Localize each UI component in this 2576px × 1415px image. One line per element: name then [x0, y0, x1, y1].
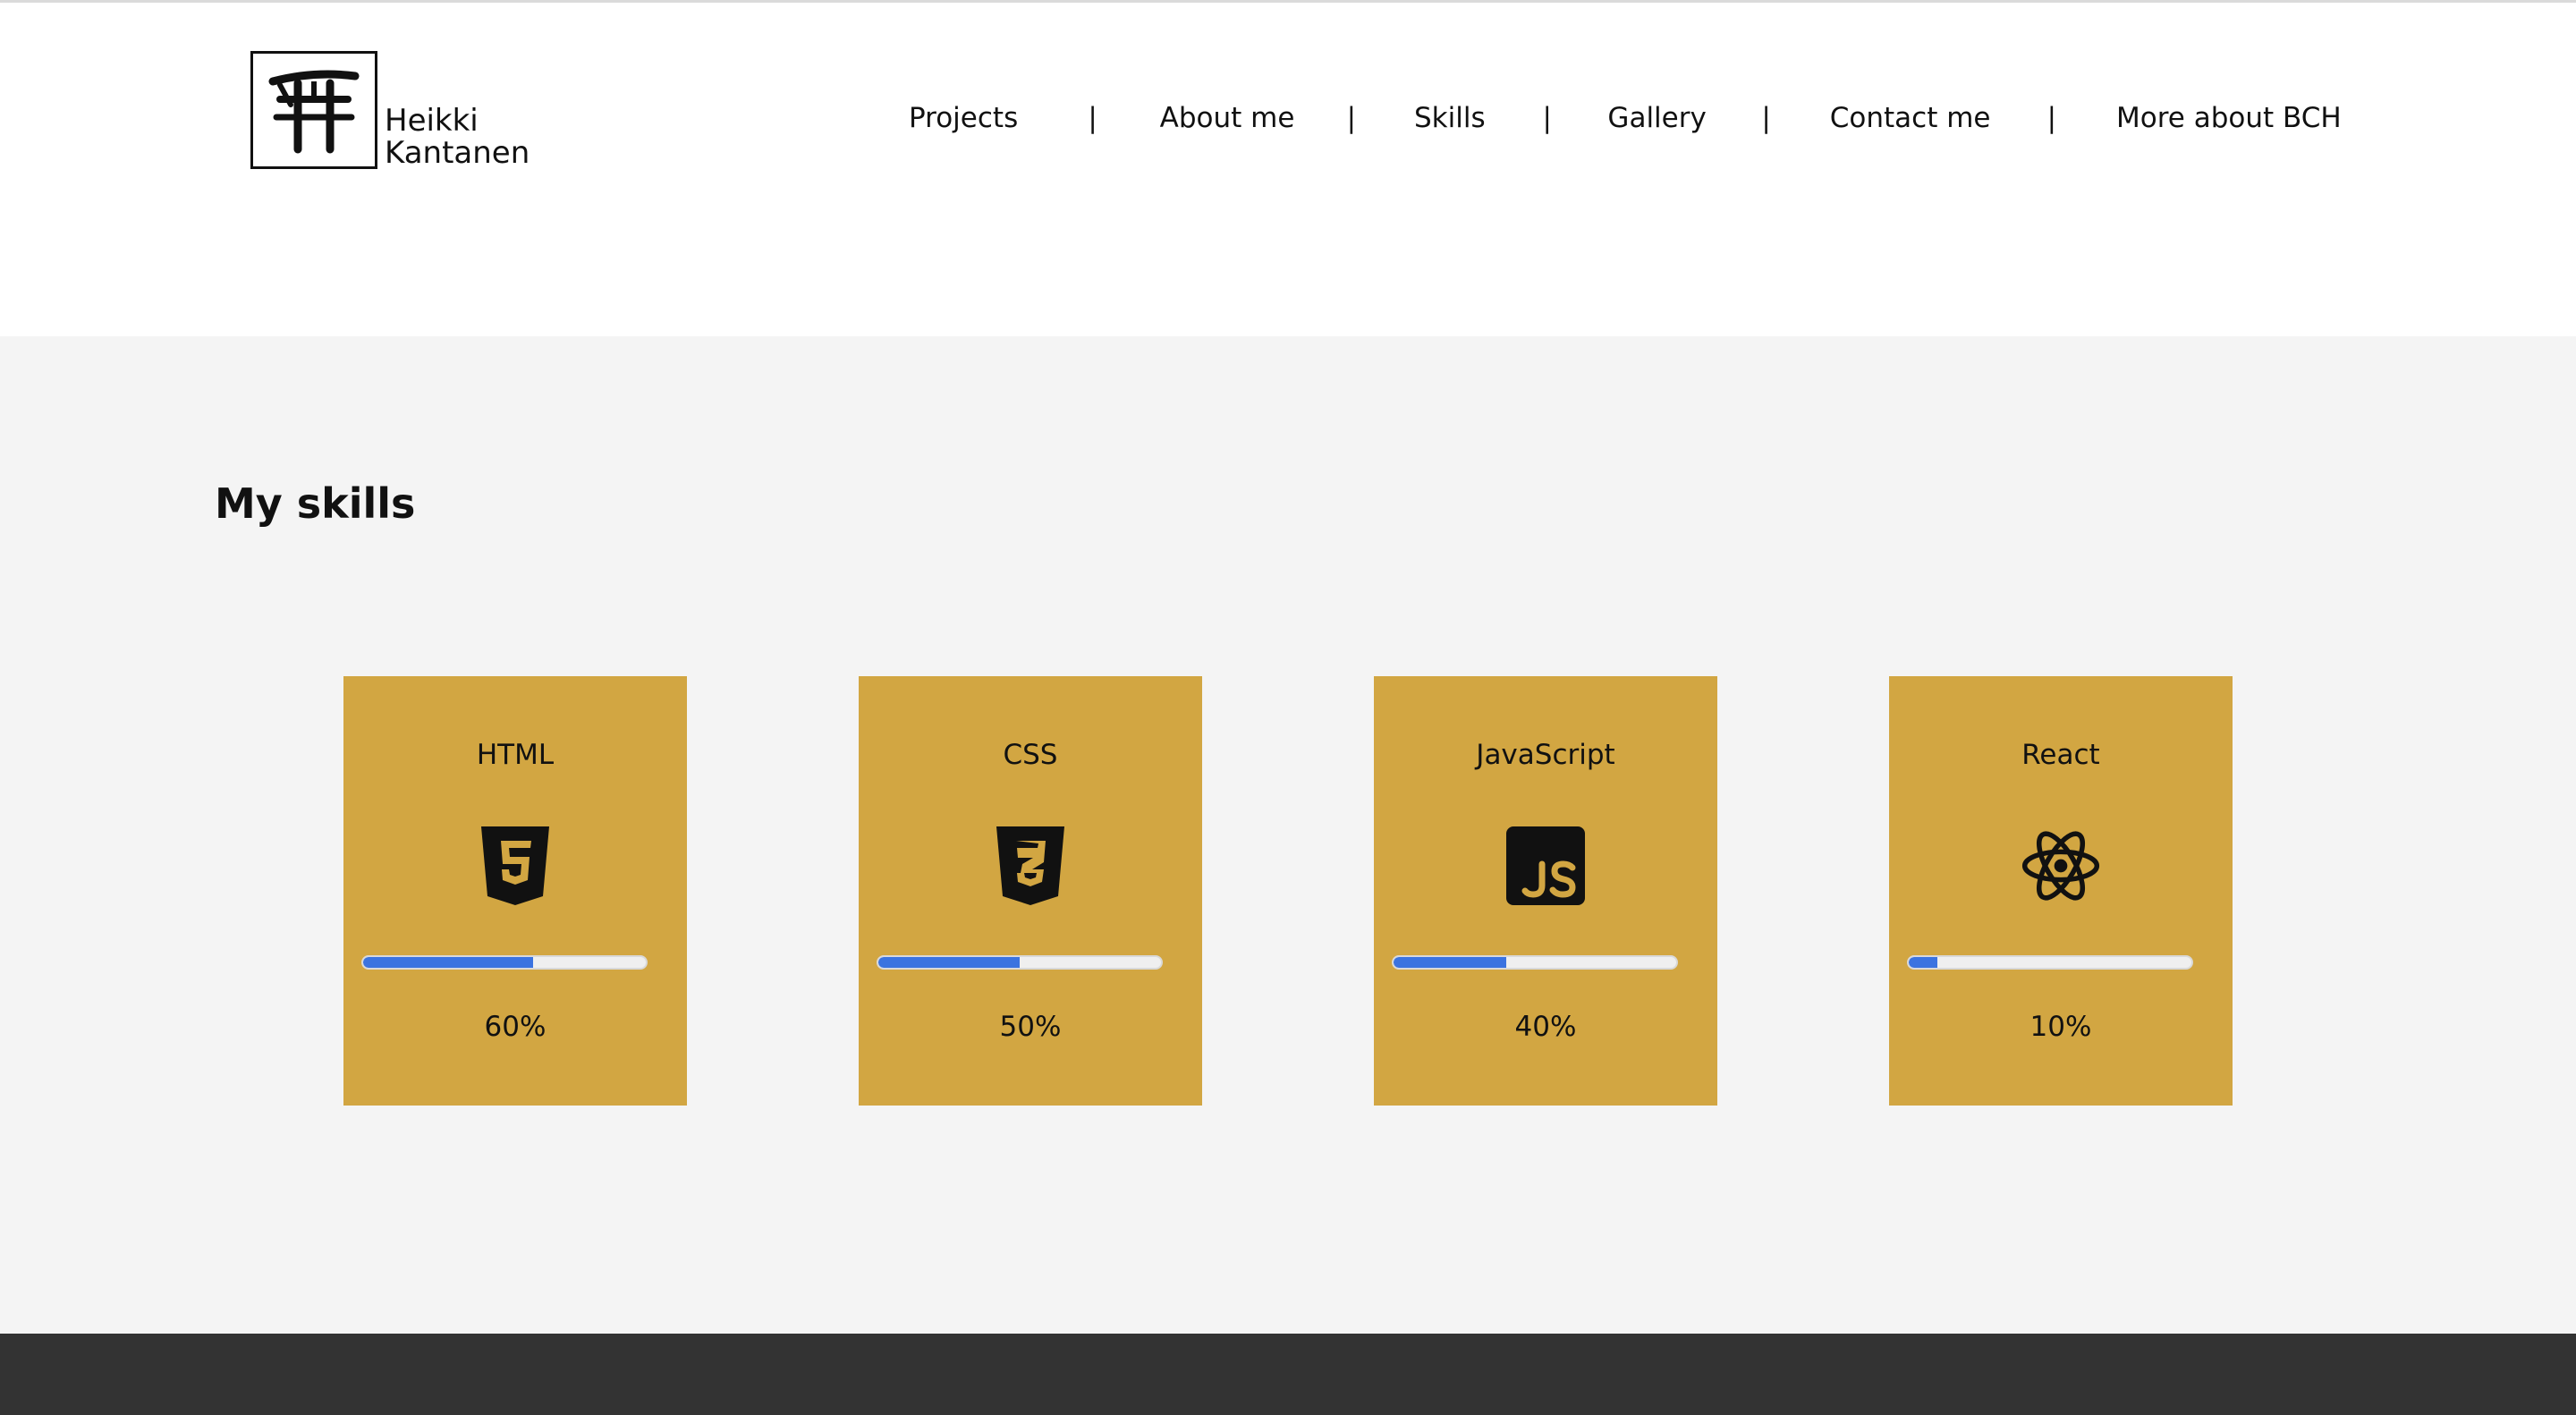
section-title: My skills: [215, 479, 416, 528]
brand-name-line2: Kantanen: [385, 135, 530, 171]
nav-separator: |: [1761, 102, 1771, 134]
css3-icon: [991, 826, 1070, 905]
skill-percent: 50%: [999, 1011, 1062, 1043]
nav-link-projects[interactable]: Projects: [909, 102, 1025, 134]
skill-progress-fill: [1909, 957, 1937, 968]
nav-link-contact-me[interactable]: Contact me: [1830, 102, 1991, 134]
skill-card-html: HTML 60%: [343, 676, 687, 1106]
skill-progress-bar: [361, 955, 648, 970]
main-nav: Projects | About me | Skills | Gallery |…: [909, 96, 2342, 140]
skill-percent: 10%: [2029, 1011, 2092, 1043]
javascript-icon: [1506, 826, 1585, 905]
site-footer: [0, 1334, 2576, 1415]
skill-card-react: React 10%: [1889, 676, 2233, 1106]
skill-progress-bar: [877, 955, 1163, 970]
nav-separator: |: [1542, 102, 1552, 134]
skill-card-title: HTML: [476, 739, 555, 771]
nav-link-more-about-bch[interactable]: More about BCH: [2116, 102, 2342, 134]
skills-section: My skills HTML 60% CSS 50% JavaScript 40…: [0, 336, 2576, 1334]
nav-link-about-me[interactable]: About me: [1160, 102, 1295, 134]
nav-link-skills[interactable]: Skills: [1414, 102, 1487, 134]
skill-card-title: CSS: [1003, 739, 1058, 771]
brand-name: Heikki Kantanen: [385, 105, 530, 169]
html5-icon: [476, 826, 555, 905]
skill-progress-bar: [1907, 955, 2193, 970]
react-icon: [2021, 826, 2100, 905]
skill-progress-fill: [363, 957, 533, 968]
skill-percent: 60%: [484, 1011, 547, 1043]
skill-percent: 40%: [1514, 1011, 1577, 1043]
skill-progress-bar: [1392, 955, 1678, 970]
nav-link-gallery[interactable]: Gallery: [1607, 102, 1706, 134]
brand-name-line1: Heikki: [385, 103, 479, 139]
skill-progress-fill: [878, 957, 1020, 968]
skill-card-css: CSS 50%: [859, 676, 1202, 1106]
nav-separator: |: [1088, 102, 1097, 134]
skill-card-title: React: [2021, 739, 2100, 771]
skill-card-javascript: JavaScript 40%: [1374, 676, 1717, 1106]
skill-card-title: JavaScript: [1476, 739, 1615, 771]
torii-gate-icon: [250, 51, 377, 169]
skill-progress-fill: [1394, 957, 1507, 968]
site-header: Heikki Kantanen Projects | About me | Sk…: [0, 0, 2576, 336]
logo[interactable]: Heikki Kantanen: [250, 51, 530, 169]
nav-separator: |: [1346, 102, 1357, 134]
nav-separator: |: [2046, 102, 2057, 134]
